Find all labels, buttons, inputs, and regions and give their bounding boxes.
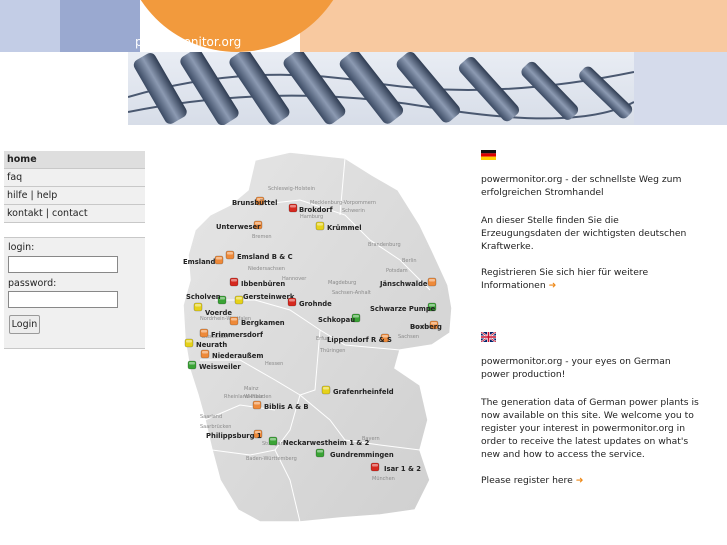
arrow-right-icon: ➜ xyxy=(575,475,584,486)
plant-label[interactable]: Jänschwalde xyxy=(379,280,428,288)
english-register-link[interactable]: Please register here ➜ xyxy=(481,474,701,487)
plant-marker[interactable]: Lippendorf R & S xyxy=(327,333,392,344)
plant-label[interactable]: Biblis A & B xyxy=(264,403,309,411)
plant-label[interactable]: Unterweser xyxy=(216,223,261,231)
german-register-link[interactable]: Registrieren Sie sich hier für weitere I… xyxy=(481,266,701,292)
german-register-text[interactable]: Registrieren Sie sich hier für weitere I… xyxy=(481,267,648,291)
de-flag-icon xyxy=(481,150,496,160)
state-label: Niedersachsen xyxy=(248,266,285,272)
plant-label[interactable]: Brokdorf xyxy=(299,206,334,214)
state-label: Hamburg xyxy=(300,214,323,220)
plant-marker-highlight xyxy=(195,304,201,307)
plant-marker[interactable]: Neckarwestheim 1 & 2 xyxy=(268,436,370,447)
plant-label[interactable]: Neckarwestheim 1 & 2 xyxy=(283,439,370,447)
german-body: An dieser Stelle finden Sie die Erzeugun… xyxy=(481,215,687,252)
plant-marker-highlight xyxy=(270,438,276,441)
plant-label[interactable]: Boxberg xyxy=(410,323,442,331)
plant-marker-highlight xyxy=(236,297,242,300)
state-label: Mainz xyxy=(244,386,259,392)
state-label: Schleswig-Holstein xyxy=(268,186,315,192)
state-label: Brandenburg xyxy=(368,242,401,248)
english-register-text[interactable]: Please register here xyxy=(481,475,573,486)
state-label: Berlin xyxy=(402,258,417,264)
plant-marker[interactable]: Philippsburg 1 xyxy=(206,429,263,440)
plant-label[interactable]: Ibbenbüren xyxy=(241,280,285,288)
plant-marker-highlight xyxy=(231,318,237,321)
plant-label[interactable]: Lippendorf R & S xyxy=(327,336,392,344)
german-heading: powermonitor.org - der schnellste Weg zu… xyxy=(481,174,682,198)
plant-label[interactable]: Voerde xyxy=(205,309,232,317)
plant-marker[interactable]: Boxberg xyxy=(410,320,442,331)
plant-label[interactable]: Bergkamen xyxy=(241,319,285,327)
english-body: The generation data of German power plan… xyxy=(481,397,699,460)
state-label: Schwerin xyxy=(342,208,365,214)
plant-marker-highlight xyxy=(231,279,237,282)
state-label: Sachsen-Anhalt xyxy=(332,290,371,296)
plant-label[interactable]: Emsland B & C xyxy=(237,253,293,261)
plant-label[interactable]: Gundremmingen xyxy=(330,451,394,459)
english-heading: powermonitor.org - your eyes on German p… xyxy=(481,356,671,380)
state-label: Baden-Württemberg xyxy=(246,456,297,462)
plant-label[interactable]: Brunsbüttel xyxy=(232,199,277,207)
uk-flag-icon xyxy=(481,332,496,342)
state-label: Sachsen xyxy=(398,334,419,340)
plant-marker[interactable]: Grafenrheinfeld xyxy=(321,385,394,396)
plant-label[interactable]: Grafenrheinfeld xyxy=(333,388,394,396)
plant-label[interactable]: Weisweiler xyxy=(199,363,241,371)
plant-label[interactable]: Scholven xyxy=(186,293,221,301)
state-label: Hessen xyxy=(265,361,283,367)
state-label: Magdeburg xyxy=(328,280,356,286)
plant-label[interactable]: Schwarze Pumpe xyxy=(370,305,436,313)
plant-marker-highlight xyxy=(323,387,329,390)
plant-marker-highlight xyxy=(290,205,296,208)
state-label: Bremen xyxy=(252,234,272,240)
plant-marker[interactable]: Brunsbüttel xyxy=(232,196,277,207)
state-label: Thüringen xyxy=(319,348,345,354)
plant-marker[interactable]: Schkopau xyxy=(318,313,361,324)
plant-label[interactable]: Frimmersdorf xyxy=(211,331,264,339)
plant-marker-highlight xyxy=(429,279,435,282)
plant-marker[interactable]: Jänschwalde xyxy=(379,277,437,288)
plant-marker-highlight xyxy=(227,252,233,255)
plant-marker-highlight xyxy=(201,330,207,333)
plant-marker-highlight xyxy=(317,450,323,453)
plant-marker-highlight xyxy=(254,402,260,405)
plant-label[interactable]: Krümmel xyxy=(327,224,362,232)
state-label: München xyxy=(372,476,395,482)
plant-marker-highlight xyxy=(202,351,208,354)
plant-label[interactable]: Schkopau xyxy=(318,316,355,324)
plant-marker[interactable]: Schwarze Pumpe xyxy=(370,302,437,313)
plant-label[interactable]: Philippsburg 1 xyxy=(206,432,262,440)
state-label: Potsdam xyxy=(386,268,408,274)
plant-label[interactable]: Niederaußem xyxy=(212,352,263,360)
arrow-right-icon: ➜ xyxy=(548,280,557,291)
plant-marker-highlight xyxy=(216,257,222,260)
plant-marker-highlight xyxy=(189,362,195,365)
plant-label[interactable]: Grohnde xyxy=(299,300,332,308)
plant-marker[interactable]: Unterweser xyxy=(216,220,263,231)
state-label: Hannover xyxy=(282,276,307,282)
state-label: Saarbrücken xyxy=(200,424,231,430)
plant-marker-highlight xyxy=(372,464,378,467)
plant-label[interactable]: Isar 1 & 2 xyxy=(384,465,421,473)
plant-label[interactable]: Neurath xyxy=(196,341,227,349)
plant-label[interactable]: Gersteinwerk xyxy=(243,293,295,301)
plant-label[interactable]: Emsland xyxy=(183,258,216,266)
plant-marker-highlight xyxy=(186,340,192,343)
plant-marker-highlight xyxy=(289,299,295,302)
state-label: Saarland xyxy=(200,414,222,420)
plant-marker-highlight xyxy=(317,223,323,226)
state-label: Rheinland-Pfalz xyxy=(224,394,263,400)
